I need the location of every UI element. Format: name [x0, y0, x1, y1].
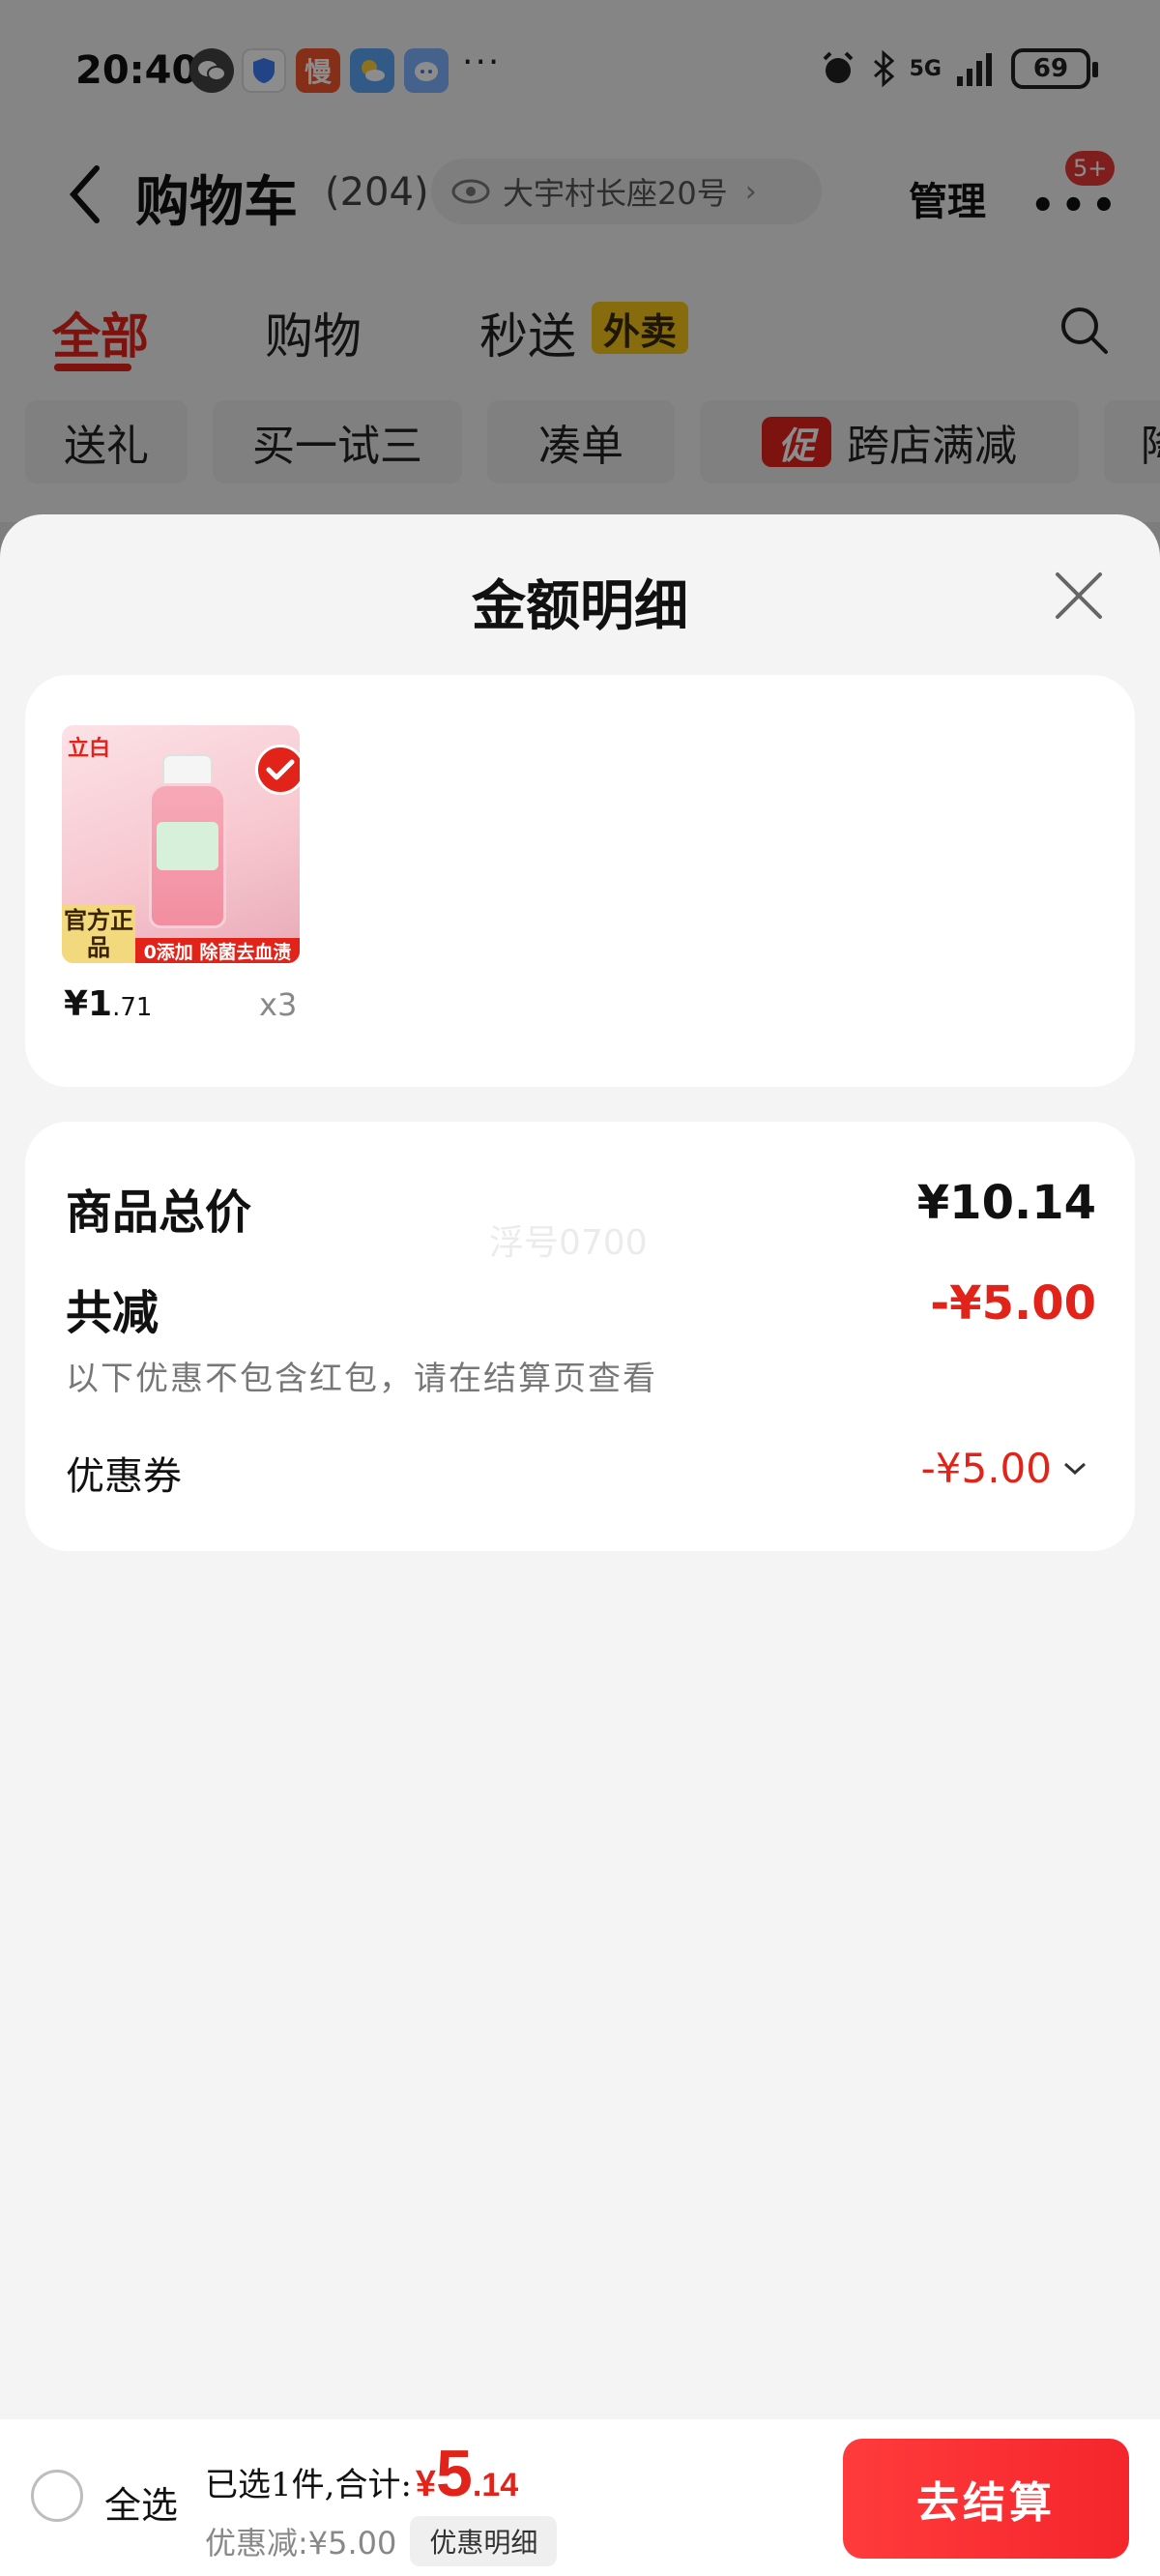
discount-text: 优惠减:¥5.00: [205, 2525, 397, 2561]
select-all-checkbox[interactable]: [31, 2470, 83, 2522]
reduction-label: 共减: [66, 1286, 160, 1340]
total-integer: 5: [436, 2437, 473, 2510]
check-icon: [255, 745, 300, 795]
product-brand: 立白: [68, 737, 111, 761]
product-price: ¥1.71: [64, 984, 152, 1024]
cart-background: 20:40 慢 ··· 5G 69 购物车 (204) 大宇村长座20号 › 管…: [0, 0, 1160, 522]
amount-detail-sheet: 金额明细 立白 官方正品 0添加 除菌去血渍 ¥1.71 x3 浮号0700 商…: [0, 514, 1160, 2576]
price-integer: ¥1: [64, 984, 113, 1024]
discount-detail-button[interactable]: 优惠明细: [410, 2516, 558, 2566]
total-value: ¥10.14: [916, 1176, 1096, 1230]
coupon-value: -¥5.00: [920, 1445, 1052, 1492]
close-icon[interactable]: [1052, 569, 1106, 623]
discount-line: 优惠减:¥5.00 优惠明细: [205, 2516, 558, 2566]
select-all-label[interactable]: 全选: [104, 2475, 178, 2529]
total-currency: ¥: [415, 2464, 437, 2504]
product-bottle-label: [157, 822, 218, 870]
modal-overlay[interactable]: [0, 0, 1160, 522]
official-tag: 官方正品: [62, 905, 135, 963]
selected-total: 已选1件,合计: ¥ 5 .14: [205, 2441, 518, 2506]
checkout-bar: 全选 已选1件,合计: ¥ 5 .14 优惠减:¥5.00 优惠明细 去结算: [0, 2419, 1160, 2576]
cart-page: 20:40 慢 ··· 5G 69 购物车 (204) 大宇村长座20号 › 管…: [0, 0, 1160, 2576]
chevron-down-icon: [1063, 1462, 1087, 1475]
sheet-title: 金额明细: [472, 574, 688, 638]
product-image[interactable]: 立白 官方正品 0添加 除菌去血渍: [62, 725, 300, 963]
total-decimal: .14: [472, 2467, 519, 2503]
selected-count-text: 已选1件,合计:: [205, 2466, 412, 2504]
reduction-value: -¥5.00: [930, 1276, 1096, 1331]
selected-items-card: 立白 官方正品 0添加 除菌去血渍 ¥1.71 x3: [25, 675, 1135, 1087]
checkout-button[interactable]: 去结算: [843, 2439, 1129, 2559]
price-summary-card: 浮号0700 商品总价 ¥10.14 共减 -¥5.00 以下优惠不包含红包，请…: [25, 1122, 1135, 1551]
watermark: 浮号0700: [489, 1223, 648, 1263]
product-ribbon: 0添加 除菌去血渍: [135, 938, 300, 963]
coupon-label: 优惠券: [66, 1454, 182, 1499]
total-label: 商品总价: [66, 1186, 252, 1240]
price-decimal: .71: [112, 993, 153, 1022]
product-quantity: x3: [259, 986, 298, 1023]
coupon-toggle[interactable]: -¥5.00: [921, 1445, 1087, 1492]
reduction-note: 以下优惠不包含红包，请在结算页查看: [66, 1360, 657, 1398]
